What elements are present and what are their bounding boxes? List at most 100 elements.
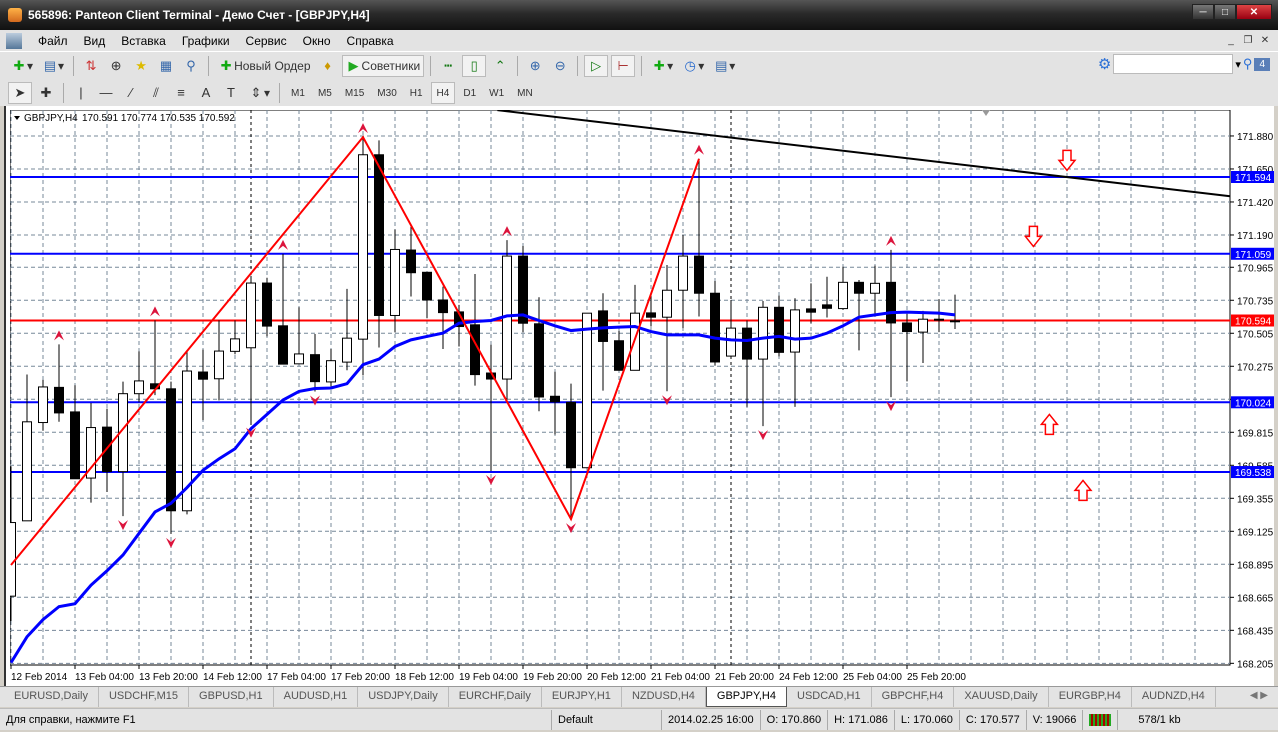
- magnifier-icon: ⚲: [186, 58, 196, 73]
- gear-icon[interactable]: ⚙: [1098, 55, 1111, 73]
- menu-insert[interactable]: Вставка: [113, 34, 174, 48]
- zoom-out-button[interactable]: ⊖: [549, 55, 571, 77]
- menu-view[interactable]: Вид: [76, 34, 114, 48]
- experts-button[interactable]: ▶ Советники: [341, 55, 425, 77]
- new-order-icon: ✚: [220, 58, 232, 73]
- timeframe-w1[interactable]: W1: [484, 82, 509, 104]
- chart-tab[interactable]: EURGBP,H4: [1049, 687, 1132, 707]
- text-label-tool[interactable]: T: [220, 82, 242, 104]
- new-order-button[interactable]: ✚ Новый Ордер: [215, 55, 313, 77]
- bull-candle: [838, 281, 848, 310]
- chart-tab[interactable]: GBPJPY,H4: [705, 687, 787, 707]
- search-dropdown[interactable]: ▾: [1235, 58, 1241, 71]
- terminal-button[interactable]: ▦: [155, 55, 177, 77]
- strategy-tester-button[interactable]: ⚲: [180, 55, 202, 77]
- chart-tab[interactable]: EURUSD,Daily: [4, 687, 99, 707]
- expert-advisor-icon: ▶: [348, 58, 359, 73]
- auto-scroll-button[interactable]: ▷: [584, 55, 609, 77]
- new-chart-button[interactable]: ✚ ▾: [8, 55, 36, 77]
- chart-tab[interactable]: USDCHF,M15: [99, 687, 190, 707]
- chart-tab[interactable]: USDCAD,H1: [787, 687, 872, 707]
- indicators-button[interactable]: ✚ ▾: [648, 55, 676, 77]
- zoom-in-button[interactable]: ⊕: [524, 55, 546, 77]
- messages-badge[interactable]: 4: [1254, 57, 1270, 71]
- candlestick-chart-button[interactable]: ▯: [462, 55, 487, 77]
- navigator-button[interactable]: ★: [130, 55, 152, 77]
- bear-candle: [422, 271, 432, 301]
- chart-tab[interactable]: EURJPY,H1: [542, 687, 622, 707]
- mdi-close-button[interactable]: ✕: [1258, 33, 1272, 47]
- chart-tabs: EURUSD,Daily USDCHF,M15 GBPUSD,H1 AUDUSD,H1…: [0, 686, 1278, 707]
- window-title: 565896: Panteon Client Terminal - Демо С…: [28, 8, 370, 22]
- menu-help[interactable]: Справка: [339, 34, 402, 48]
- bar-chart-button[interactable]: ┅: [437, 55, 459, 77]
- level-label: 171.059: [1235, 250, 1272, 261]
- bear-candle: [742, 327, 752, 360]
- search-icon[interactable]: ⚲: [1243, 56, 1253, 72]
- mdi-restore-button[interactable]: ❐: [1241, 33, 1255, 47]
- metaeditor-button[interactable]: ♦: [317, 55, 339, 77]
- timeframe-m5[interactable]: M5: [313, 82, 337, 104]
- line-chart-button[interactable]: ⌃: [489, 55, 511, 77]
- time-tick-label: 19 Feb 04:00: [459, 672, 518, 683]
- bear-candle: [886, 281, 896, 324]
- vertical-line-icon: |: [79, 85, 83, 100]
- tab-scroll-arrows[interactable]: ◀ ▶: [1250, 690, 1268, 701]
- timeframe-mn[interactable]: MN: [512, 82, 538, 104]
- channel-icon: ⫽: [153, 85, 159, 100]
- chart-tab[interactable]: XAUUSD,Daily: [954, 687, 1049, 707]
- cursor-tool[interactable]: ➤: [8, 82, 32, 104]
- bear-candle: [566, 401, 576, 469]
- profiles-button[interactable]: ▤ ▾: [39, 55, 67, 77]
- price-tick-label: 169.355: [1237, 494, 1274, 505]
- status-profile[interactable]: Default: [552, 709, 662, 730]
- chart-tab[interactable]: AUDNZD,H4: [1132, 687, 1216, 707]
- timeframe-h1[interactable]: H1: [405, 82, 428, 104]
- chart-tab[interactable]: GBPCHF,H4: [872, 687, 955, 707]
- timeframe-m30[interactable]: M30: [372, 82, 401, 104]
- minimize-button[interactable]: ─: [1192, 4, 1214, 20]
- title-bar: 565896: Panteon Client Terminal - Демо С…: [0, 0, 1278, 30]
- price-chart[interactable]: 171.880171.650171.420171.190170.965170.7…: [10, 110, 1274, 688]
- arrows-tool[interactable]: ⇕ ▾: [245, 82, 273, 104]
- close-button[interactable]: ✕: [1236, 4, 1272, 20]
- equidistant-channel-tool[interactable]: ⫽: [145, 82, 167, 104]
- timeframe-m1[interactable]: M1: [286, 82, 310, 104]
- timeframe-m15[interactable]: M15: [340, 82, 369, 104]
- menu-tools[interactable]: Сервис: [238, 34, 295, 48]
- horizontal-line-tool[interactable]: —: [95, 82, 117, 104]
- menu-charts[interactable]: Графики: [174, 34, 238, 48]
- crosshair-tool[interactable]: ✚: [35, 82, 57, 104]
- separator: [641, 56, 643, 76]
- chart-window[interactable]: 171.880 171.650 171.420 171.190 170.965 170.7…: [4, 106, 1274, 686]
- bear-candle: [902, 322, 912, 333]
- menu-window[interactable]: Окно: [295, 34, 339, 48]
- chart-symbol-label: GBPJPY,H4: [24, 113, 78, 124]
- data-window-button[interactable]: ⊕: [105, 55, 127, 77]
- chart-tab[interactable]: NZDUSD,H4: [622, 687, 706, 707]
- time-tick-label: 19 Feb 20:00: [523, 672, 582, 683]
- profiles-icon: ▤: [43, 58, 57, 73]
- chart-tab[interactable]: USDJPY,Daily: [358, 687, 449, 707]
- timeframe-h4[interactable]: H4: [430, 82, 456, 104]
- search-input[interactable]: [1113, 54, 1234, 74]
- price-tick-label: 170.275: [1237, 362, 1274, 373]
- mdi-minimize-button[interactable]: _: [1224, 33, 1238, 47]
- market-watch-button[interactable]: ⇅: [80, 55, 102, 77]
- chart-tab[interactable]: AUDUSD,H1: [274, 687, 359, 707]
- trendline-tool[interactable]: ∕: [120, 82, 142, 104]
- text-tool[interactable]: A: [195, 82, 217, 104]
- templates-button[interactable]: ▤ ▾: [710, 55, 738, 77]
- timeframe-d1[interactable]: D1: [458, 82, 481, 104]
- status-bar: Для справки, нажмите F1 Default 2014.02.…: [0, 708, 1278, 730]
- chart-window-icon[interactable]: [6, 32, 22, 49]
- menu-file[interactable]: Файл: [30, 34, 76, 48]
- chart-tab[interactable]: GBPUSD,H1: [189, 687, 274, 707]
- fibonacci-tool[interactable]: ≡: [170, 82, 192, 104]
- maximize-button[interactable]: □: [1214, 4, 1236, 20]
- chart-tab[interactable]: EURCHF,Daily: [449, 687, 542, 707]
- vertical-line-tool[interactable]: |: [70, 82, 92, 104]
- periods-button[interactable]: ◷ ▾: [679, 55, 707, 77]
- drawing-toolbar: ➤ ✚ | — ∕ ⫽ ≡ A T ⇕ ▾ M1 M5 M15 M30 H1 H4…: [0, 80, 1278, 106]
- chart-shift-button[interactable]: ⊢: [611, 55, 636, 77]
